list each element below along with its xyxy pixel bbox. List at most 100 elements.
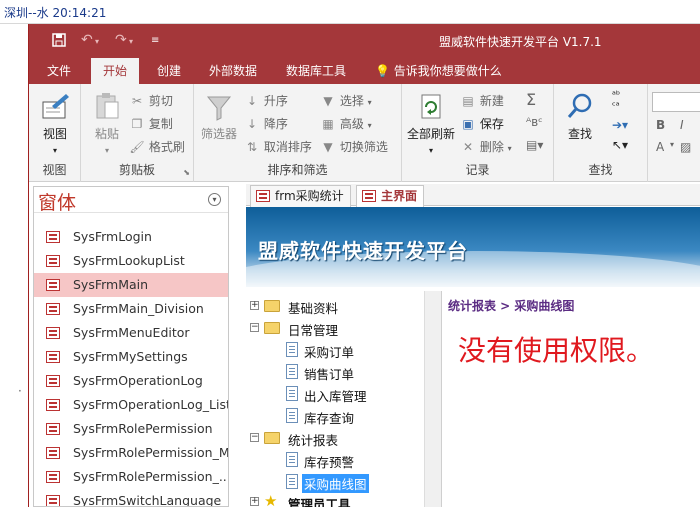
delete-record-button[interactable]: ✕ 删除 ▾ bbox=[460, 138, 512, 155]
redo-icon[interactable]: ↷ bbox=[115, 32, 127, 48]
form-icon bbox=[46, 279, 60, 291]
sigma-icon: Σ bbox=[526, 90, 537, 109]
goto-icon[interactable]: ➔▾ bbox=[612, 118, 628, 132]
paste-button[interactable]: 粘贴 ▾ bbox=[87, 92, 127, 156]
sort-ascending-button[interactable]: ↓ 升序 bbox=[244, 92, 288, 109]
nav-pane-title[interactable]: 窗体 bbox=[38, 188, 76, 215]
advanced-button[interactable]: ▦ 高级 ▾ bbox=[320, 115, 372, 132]
nav-item[interactable]: SysFrmRolePermission_... bbox=[34, 465, 228, 489]
main-form: 盟威软件快速开发平台 + 基础资料 − 日常管理 采购订单 销售订单 出入库管理… bbox=[246, 207, 700, 507]
undo-dropdown-icon[interactable]: ▾ bbox=[95, 37, 99, 46]
cut-button[interactable]: ✂ 剪切 bbox=[129, 92, 173, 109]
more-records-icon[interactable]: ▤▾ bbox=[526, 138, 543, 152]
save-icon[interactable] bbox=[51, 32, 67, 52]
nav-item[interactable]: SysFrmLogin bbox=[34, 225, 228, 249]
delete-label: 删除 bbox=[479, 140, 504, 154]
tab-database-tools[interactable]: 数据库工具 bbox=[286, 58, 346, 84]
form-icon bbox=[46, 375, 60, 387]
new-label: 新建 bbox=[479, 94, 504, 108]
bold-button[interactable]: B bbox=[656, 118, 665, 132]
tab-external-data[interactable]: 外部数据 bbox=[209, 58, 257, 84]
tree-scrollbar[interactable] bbox=[424, 291, 441, 507]
format-painter-button[interactable]: 🖌 格式刷 bbox=[129, 138, 184, 155]
refresh-all-button[interactable]: 全部刷新 ▾ bbox=[404, 92, 458, 156]
refresh-dropdown-icon: ▾ bbox=[428, 146, 433, 155]
nav-item[interactable]: SysFrmRolePermission_M bbox=[34, 441, 228, 465]
content-area: 统计报表 > 采购曲线图 没有使用权限。 bbox=[444, 291, 700, 507]
find-label: 查找 bbox=[567, 127, 592, 141]
undo-icon[interactable]: ↶ bbox=[81, 32, 93, 48]
new-record-icon: ▤ bbox=[462, 94, 474, 108]
nav-item-selected[interactable]: SysFrmMain bbox=[34, 273, 228, 297]
font-color-dropdown-icon[interactable]: ▾ bbox=[670, 140, 674, 149]
copy-button[interactable]: ❐ 复制 bbox=[129, 115, 173, 132]
nav-item[interactable]: SysFrmOperationLog bbox=[34, 369, 228, 393]
funnel-icon bbox=[198, 94, 240, 125]
customize-icon[interactable]: ≡ bbox=[151, 35, 159, 46]
view-button[interactable]: 视图 ▾ bbox=[35, 92, 75, 156]
font-color-button[interactable]: A bbox=[656, 140, 664, 154]
ribbon-tabs: 文件 开始 创建 外部数据 数据库工具 💡 告诉我你想要做什么 bbox=[29, 58, 700, 84]
form-icon bbox=[46, 471, 60, 483]
form-icon bbox=[46, 495, 60, 506]
collapse-icon[interactable]: − bbox=[250, 433, 259, 442]
spelling-icon[interactable]: ᴬʙᶜ bbox=[526, 115, 543, 129]
tab-home[interactable]: 开始 bbox=[91, 58, 140, 84]
document-tabs: frm采购统计 主界面 bbox=[246, 184, 700, 207]
sort-descending-button[interactable]: ↓ 降序 bbox=[244, 115, 288, 132]
nav-pane-header: 窗体 ▾ « bbox=[34, 187, 229, 215]
nav-item[interactable]: SysFrmSwitchLanguage bbox=[34, 489, 228, 506]
tab-file[interactable]: 文件 bbox=[47, 58, 71, 84]
toggle-filter-button[interactable]: ▼ 切换筛选 bbox=[320, 138, 388, 155]
selection-button[interactable]: ▼ 选择 ▾ bbox=[320, 92, 372, 109]
advanced-filter-icon: ▦ bbox=[322, 117, 334, 131]
nav-item[interactable]: SysFrmMenuEditor bbox=[34, 321, 228, 345]
filter-button[interactable]: 筛选器 bbox=[198, 94, 240, 142]
find-button[interactable]: 查找 bbox=[560, 92, 600, 142]
nav-item[interactable]: SysFrmMain_Division bbox=[34, 297, 228, 321]
tell-me-box[interactable]: 💡 告诉我你想要做什么 bbox=[375, 58, 502, 84]
document-icon bbox=[286, 386, 298, 401]
highlight-icon[interactable]: ▨ bbox=[680, 140, 691, 154]
save-record-button[interactable]: ▣ 保存 bbox=[460, 115, 504, 132]
navigation-pane: 窗体 ▾ « SysFrmLogin SysFrmLookupList SysF… bbox=[33, 186, 229, 507]
select-cursor-icon[interactable]: ↖▾ bbox=[612, 138, 628, 152]
nav-pane-dropdown-icon[interactable]: ▾ bbox=[208, 193, 221, 206]
paste-dropdown-icon: ▾ bbox=[104, 146, 109, 155]
doc-tab-purchase-stats[interactable]: frm采购统计 bbox=[250, 185, 351, 207]
new-record-button[interactable]: ▤ 新建 bbox=[460, 92, 504, 109]
font-name-box[interactable] bbox=[652, 92, 700, 112]
advanced-dropdown-icon: ▾ bbox=[367, 121, 372, 130]
redo-dropdown-icon[interactable]: ▾ bbox=[129, 37, 133, 46]
doc-tab-main-screen[interactable]: 主界面 bbox=[356, 185, 425, 207]
tab-create[interactable]: 创建 bbox=[157, 58, 181, 84]
collapse-pane-icon[interactable]: « bbox=[228, 189, 229, 205]
sort-ascending-icon: ↓ bbox=[246, 94, 258, 108]
toggle-filter-icon: ▼ bbox=[323, 140, 333, 154]
toggle-filter-label: 切换筛选 bbox=[339, 140, 388, 154]
totals-button[interactable]: Σ bbox=[526, 90, 536, 109]
ribbon: 视图 ▾ 视图 粘贴 ▾ ✂ 剪切 ❐ 复制 🖌 格式刷 剪贴板 ⬊ 筛选器 ↓… bbox=[29, 84, 700, 182]
nav-item[interactable]: SysFrmRolePermission bbox=[34, 417, 228, 441]
refresh-icon bbox=[404, 92, 458, 125]
expand-icon[interactable]: + bbox=[250, 497, 259, 506]
collapse-icon[interactable]: − bbox=[250, 323, 259, 332]
refresh-all-label: 全部刷新 bbox=[406, 127, 455, 141]
selection-dropdown-icon: ▾ bbox=[367, 98, 372, 107]
dialog-launcher-icon[interactable]: ⬊ bbox=[183, 168, 190, 177]
italic-button[interactable]: I bbox=[680, 118, 684, 132]
replace-icon[interactable]: ᵃᵇ ᶜᵃ bbox=[612, 90, 620, 112]
open-folder-icon bbox=[264, 322, 280, 334]
form-icon bbox=[46, 231, 60, 243]
group-label-sort-filter: 排序和筛选 bbox=[267, 163, 328, 177]
document-icon bbox=[286, 408, 298, 423]
expand-icon[interactable]: + bbox=[250, 301, 259, 310]
nav-item[interactable]: SysFrmLookupList bbox=[34, 249, 228, 273]
nav-item[interactable]: SysFrmOperationLog_List bbox=[34, 393, 228, 417]
nav-item[interactable]: SysFrmMySettings bbox=[34, 345, 228, 369]
clear-sort-button[interactable]: ⇅ 取消排序 bbox=[244, 138, 312, 155]
star-icon: ★ bbox=[264, 492, 278, 507]
sort-descending-icon: ↓ bbox=[246, 117, 258, 131]
paste-label: 粘贴 bbox=[94, 127, 119, 141]
paste-icon bbox=[87, 92, 127, 125]
